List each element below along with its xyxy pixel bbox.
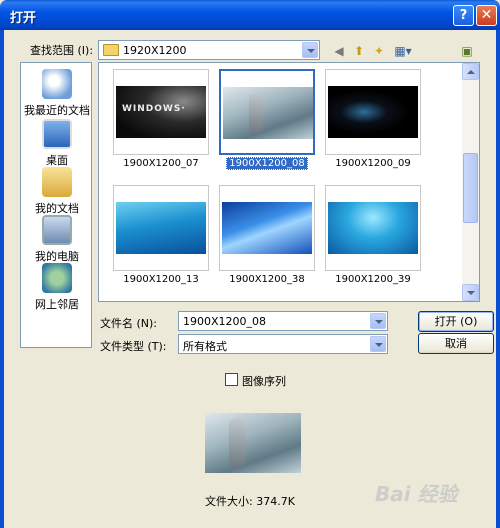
thumbnail-image — [328, 202, 418, 254]
file-item[interactable]: 1900X1200_39 — [325, 185, 421, 285]
filename-value: 1900X1200_08 — [183, 315, 267, 328]
file-name: 1900X1200_07 — [123, 158, 199, 169]
thumbnail — [325, 185, 421, 271]
window-title: 打开 — [10, 11, 37, 26]
thumbnail-image — [328, 86, 418, 138]
close-button[interactable]: ✕ — [476, 5, 497, 26]
robot-figure — [249, 93, 263, 133]
recent-docs-icon — [42, 69, 72, 99]
chevron-down-icon[interactable] — [370, 336, 386, 352]
new-folder-icon[interactable]: ✦ — [370, 42, 388, 60]
look-in-label: 查找范围 (I): — [30, 44, 94, 57]
my-computer-icon — [42, 215, 72, 245]
scroll-down-icon[interactable] — [462, 284, 479, 301]
file-item-selected[interactable]: 1900X1200_08 — [219, 69, 315, 170]
place-label: 我最近的文档 — [24, 104, 90, 117]
filename-label: 文件名 (N): — [100, 317, 158, 330]
help-button[interactable]: ? — [453, 5, 474, 26]
preview-image — [205, 413, 301, 473]
image-sequence-checkbox[interactable] — [225, 373, 238, 386]
filetype-value: 所有格式 — [183, 340, 227, 353]
filename-combo[interactable]: 1900X1200_08 — [178, 311, 388, 331]
file-name: 1900X1200_09 — [335, 158, 411, 169]
file-name: 1900X1200_39 — [335, 274, 411, 285]
desktop-icon — [42, 119, 72, 149]
file-name: 1900X1200_08 — [219, 157, 315, 170]
place-label: 我的电脑 — [35, 250, 79, 263]
thumbnail-image: WINDOWS· — [116, 86, 206, 138]
file-name: 1900X1200_13 — [123, 274, 199, 285]
windows-logo-text: WINDOWS· — [122, 104, 186, 114]
filetype-select[interactable]: 所有格式 — [178, 334, 388, 354]
places-bar: 我最近的文档 桌面 我的文档 我的电脑 网上邻居 — [20, 62, 92, 348]
file-item[interactable]: 1900X1200_38 — [219, 185, 315, 285]
window-frame-left — [0, 30, 4, 528]
place-label: 桌面 — [46, 154, 68, 167]
title-bar: 打开 ? ✕ — [0, 0, 500, 30]
thumbnail — [219, 69, 315, 155]
desktop-shortcut-icon[interactable]: ▣ — [458, 42, 476, 60]
window-frame-right — [496, 30, 500, 528]
robot-figure — [229, 419, 245, 467]
file-list[interactable]: WINDOWS· 1900X1200_07 1900X1200_08 1900X… — [98, 62, 480, 302]
place-label: 我的文档 — [35, 202, 79, 215]
chevron-down-icon[interactable] — [302, 42, 318, 58]
thumbnail — [113, 185, 209, 271]
folder-icon — [103, 44, 119, 56]
baidu-watermark: Bai 经验 — [375, 482, 458, 506]
chevron-down-icon[interactable] — [370, 313, 386, 329]
thumbnail — [219, 185, 315, 271]
image-sequence-label: 图像序列 — [242, 375, 286, 388]
thumbnail: WINDOWS· — [113, 69, 209, 155]
thumbnail-image — [222, 202, 312, 254]
place-desktop[interactable]: 桌面 — [21, 119, 93, 168]
file-item[interactable]: 1900X1200_13 — [113, 185, 209, 285]
scroll-thumb[interactable] — [463, 153, 478, 223]
scroll-up-icon[interactable] — [462, 63, 479, 80]
vertical-scrollbar[interactable] — [462, 63, 479, 301]
place-label: 网上邻居 — [35, 298, 79, 311]
place-network[interactable]: 网上邻居 — [21, 263, 93, 312]
file-name: 1900X1200_38 — [229, 274, 305, 285]
look-in-value: 1920X1200 — [123, 44, 187, 57]
thumbnail — [325, 69, 421, 155]
network-places-icon — [42, 263, 72, 293]
open-button[interactable]: 打开 (O) — [418, 311, 494, 332]
up-folder-icon[interactable]: ⬆ — [350, 42, 368, 60]
back-icon[interactable]: ◀ — [330, 42, 348, 60]
file-item[interactable]: 1900X1200_09 — [325, 69, 421, 169]
filetype-label: 文件类型 (T): — [100, 340, 167, 353]
look-in-combo[interactable]: 1920X1200 — [98, 40, 320, 60]
place-my-documents[interactable]: 我的文档 — [21, 167, 93, 216]
thumbnail-image — [223, 87, 313, 139]
thumbnail-image — [116, 202, 206, 254]
place-recent[interactable]: 我最近的文档 — [21, 69, 93, 118]
view-menu-icon[interactable]: ▦▾ — [392, 42, 414, 60]
cancel-button[interactable]: 取消 — [418, 333, 494, 354]
file-item[interactable]: WINDOWS· 1900X1200_07 — [113, 69, 209, 169]
place-my-computer[interactable]: 我的电脑 — [21, 215, 93, 264]
my-documents-icon — [42, 167, 72, 197]
